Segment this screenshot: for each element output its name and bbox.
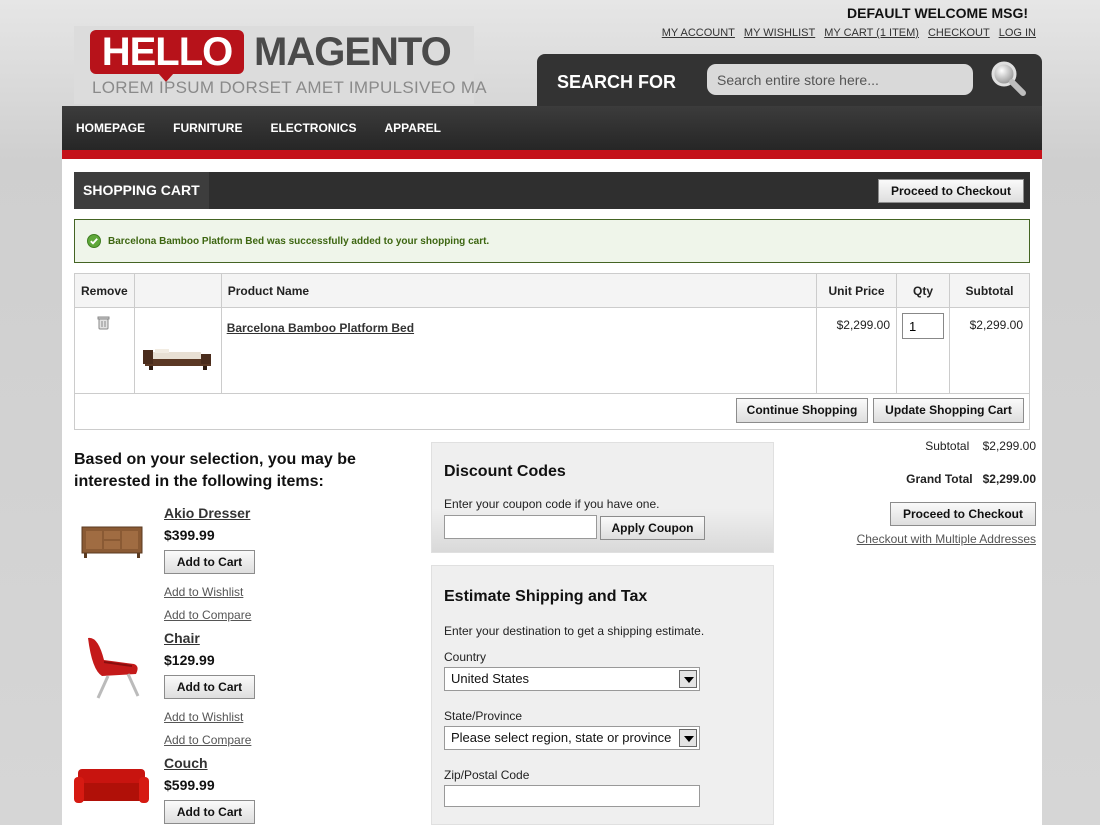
subtotal-cell: $2,299.00 <box>949 307 1030 394</box>
grand-total-label: Grand Total <box>906 472 973 486</box>
shipping-panel: Estimate Shipping and Tax Enter your des… <box>431 565 774 825</box>
cart-actions: Continue Shopping Update Shopping Cart <box>74 393 1030 430</box>
remove-cell <box>74 307 135 394</box>
add-to-cart-button[interactable]: Add to Cart <box>164 675 255 699</box>
checkout-multiple-addresses-link[interactable]: Checkout with Multiple Addresses <box>857 532 1036 546</box>
nav-apparel[interactable]: APPAREL <box>384 106 440 150</box>
chevron-down-icon <box>679 670 697 688</box>
zip-label: Zip/Postal Code <box>444 768 530 782</box>
add-to-wishlist-link[interactable]: Add to Wishlist <box>164 585 243 599</box>
apply-coupon-button[interactable]: Apply Coupon <box>600 516 705 540</box>
crosssell-title: Based on your selection, you may be inte… <box>74 451 356 490</box>
col-unit-price: Unit Price <box>816 273 897 308</box>
add-to-cart-button[interactable]: Add to Cart <box>164 550 255 574</box>
add-to-wishlist-link[interactable]: Add to Wishlist <box>164 710 243 724</box>
success-message-text: Barcelona Bamboo Platform Bed was succes… <box>108 235 490 247</box>
subtotal-value: $2,299.00 <box>982 439 1036 453</box>
nav-electronics[interactable]: ELECTRONICS <box>270 106 356 150</box>
chair-product-image[interactable] <box>74 630 149 705</box>
proceed-to-checkout-button[interactable]: Proceed to Checkout <box>890 502 1036 526</box>
col-product-name: Product Name <box>220 273 818 308</box>
welcome-message: DEFAULT WELCOME MSG! <box>847 5 1028 21</box>
product-name-cell: Barcelona Bamboo Platform Bed <box>220 307 818 394</box>
cart-title-bar: SHOPPING CART Proceed to Checkout <box>74 172 1030 209</box>
trash-icon[interactable] <box>96 314 112 330</box>
couch-product-image[interactable] <box>74 755 149 825</box>
chevron-down-icon <box>679 729 697 747</box>
continue-shopping-button[interactable]: Continue Shopping <box>736 398 868 423</box>
checkout-link[interactable]: CHECKOUT <box>928 27 990 39</box>
coupon-code-input[interactable] <box>444 515 597 539</box>
nav-accent-bar <box>62 150 1042 159</box>
grand-total-value: $2,299.00 <box>982 472 1036 486</box>
crosssell-item-price: $129.99 <box>164 652 215 668</box>
col-image <box>133 273 222 308</box>
add-to-cart-button[interactable]: Add to Cart <box>164 800 255 824</box>
update-shopping-cart-button[interactable]: Update Shopping Cart <box>873 398 1024 423</box>
col-subtotal: Subtotal <box>949 273 1030 308</box>
crosssell-item-name[interactable]: Akio Dresser <box>164 505 250 521</box>
subtotal-label: Subtotal <box>925 439 970 453</box>
nav-furniture[interactable]: FURNITURE <box>173 106 242 150</box>
logo-hello: HELLO <box>90 30 244 82</box>
search-label: SEARCH FOR <box>557 72 677 92</box>
product-image-cell <box>133 307 222 394</box>
shipping-help: Enter your destination to get a shipping… <box>444 624 705 638</box>
col-qty: Qty <box>896 273 950 308</box>
crosssell-item: Couch $599.99 Add to Cart <box>74 755 374 825</box>
log-in-link[interactable]: LOG IN <box>999 27 1036 39</box>
shipping-title: Estimate Shipping and Tax <box>444 588 648 605</box>
state-select[interactable]: Please select region, state or province <box>444 726 700 750</box>
crosssell-item: Chair $129.99 Add to Cart Add to Wishlis… <box>74 630 374 750</box>
check-circle-icon <box>87 234 101 248</box>
col-remove: Remove <box>74 273 135 308</box>
crosssell-item: Akio Dresser $399.99 Add to Cart Add to … <box>74 505 374 625</box>
success-message: Barcelona Bamboo Platform Bed was succes… <box>74 219 1030 263</box>
search-bar: SEARCH FOR <box>537 54 1042 106</box>
discount-title: Discount Codes <box>444 463 566 480</box>
main-content: SHOPPING CART Proceed to Checkout Barcel… <box>62 159 1042 825</box>
store-logo[interactable]: HELLO MAGENTO LOREM IPSUM DORSET AMET IM… <box>74 26 487 104</box>
crosssell-item-name[interactable]: Couch <box>164 755 208 771</box>
discount-help: Enter your coupon code if you have one. <box>444 497 660 511</box>
nav-homepage[interactable]: HOMEPAGE <box>76 106 145 150</box>
my-cart-link[interactable]: MY CART (1 ITEM) <box>824 27 919 39</box>
logo-tagline: LOREM IPSUM DORSET AMET IMPULSIVEO MA <box>92 78 487 97</box>
cart-table-header: Remove Product Name Unit Price Qty Subto… <box>74 273 1030 308</box>
crosssell-item-price: $399.99 <box>164 527 215 543</box>
table-row: Barcelona Bamboo Platform Bed $2,299.00 … <box>74 307 1030 394</box>
unit-price-cell: $2,299.00 <box>816 307 897 394</box>
logo-magento: MAGENTO <box>254 30 452 74</box>
main-nav: HOMEPAGE FURNITURE ELECTRONICS APPAREL <box>62 106 1042 150</box>
cart-table: Remove Product Name Unit Price Qty Subto… <box>74 273 1030 394</box>
page-title: SHOPPING CART <box>74 172 209 209</box>
crosssell-item-price: $599.99 <box>164 777 215 793</box>
state-label: State/Province <box>444 709 523 723</box>
qty-input[interactable] <box>902 313 944 339</box>
totals-grand-total: Grand Total $2,299.00 <box>906 472 1036 486</box>
country-select[interactable]: United States <box>444 667 700 691</box>
country-select-value: United States <box>451 671 530 686</box>
zip-input[interactable] <box>444 785 700 807</box>
proceed-to-checkout-button-top[interactable]: Proceed to Checkout <box>878 179 1024 203</box>
totals-subtotal: Subtotal $2,299.00 <box>925 439 1036 453</box>
top-links: MY ACCOUNT MY WISHLIST MY CART (1 ITEM) … <box>662 27 1036 39</box>
my-wishlist-link[interactable]: MY WISHLIST <box>744 27 815 39</box>
search-icon[interactable] <box>989 60 1027 98</box>
search-input[interactable] <box>707 64 973 95</box>
my-account-link[interactable]: MY ACCOUNT <box>662 27 735 39</box>
crosssell-item-name[interactable]: Chair <box>164 630 200 646</box>
qty-cell <box>896 307 950 394</box>
state-select-value: Please select region, state or province <box>451 730 672 745</box>
country-label: Country <box>444 650 487 664</box>
dresser-product-image[interactable] <box>74 505 149 580</box>
discount-panel: Discount Codes Enter your coupon code if… <box>431 442 774 553</box>
add-to-compare-link[interactable]: Add to Compare <box>164 733 251 747</box>
add-to-compare-link[interactable]: Add to Compare <box>164 608 251 622</box>
page: DEFAULT WELCOME MSG! MY ACCOUNT MY WISHL… <box>62 0 1042 825</box>
product-name-link[interactable]: Barcelona Bamboo Platform Bed <box>227 321 414 335</box>
bed-product-image[interactable] <box>135 336 221 376</box>
